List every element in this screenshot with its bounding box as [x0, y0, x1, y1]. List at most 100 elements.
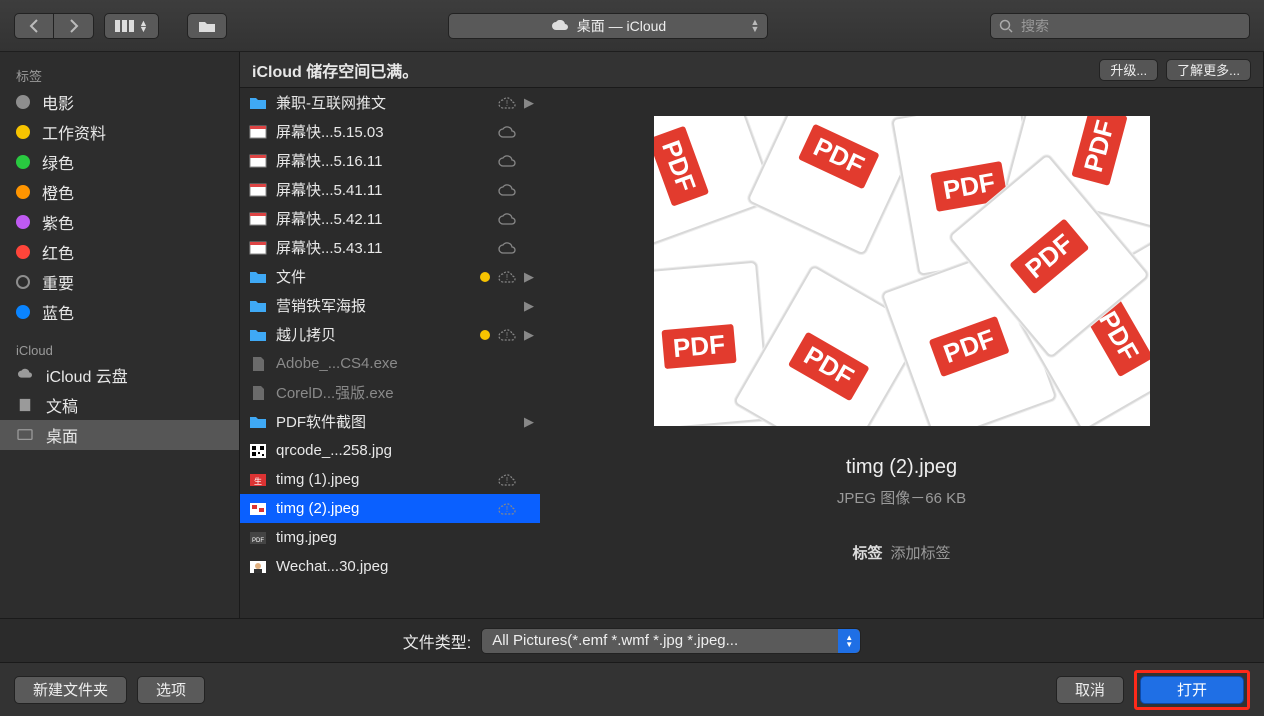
location-popup[interactable]: 桌面 — iCloud ▲▼ [448, 13, 768, 39]
file-name: 屏幕快...5.16.11 [276, 150, 490, 171]
file-type-bar: 文件类型: All Pictures(*.emf *.wmf *.jpg *.j… [0, 618, 1264, 662]
sidebar-tag-7[interactable]: 蓝色 [0, 297, 239, 327]
tag-badge-icon [480, 272, 490, 282]
cloud-icon [16, 368, 34, 382]
disclosure-arrow-icon: ▶ [524, 327, 534, 343]
svg-text:PDF: PDF [252, 538, 264, 544]
cloud-status-icon [498, 241, 516, 255]
svg-text:生: 生 [254, 476, 262, 486]
svg-text:!: ! [506, 505, 508, 514]
file-icon [248, 239, 268, 257]
file-name: 文件 [276, 266, 472, 287]
learn-more-button[interactable]: 了解更多... [1166, 59, 1251, 81]
search-input[interactable] [1019, 17, 1241, 35]
file-row[interactable]: CorelD...强版.exe [240, 378, 540, 407]
sidebar-tag-4[interactable]: 紫色 [0, 207, 239, 237]
sidebar-item-doc[interactable]: 文稿 [0, 390, 239, 420]
folder-plus-icon [198, 19, 216, 33]
file-row[interactable]: Adobe_...CS4.exe [240, 349, 540, 378]
options-button[interactable]: 选项 [137, 676, 205, 704]
open-button-highlight: 打开 [1134, 670, 1250, 710]
preview-filename: timg (2).jpeg [846, 456, 957, 479]
tag-dot-icon [16, 275, 30, 289]
file-icon [248, 94, 268, 112]
file-name: timg.jpeg [276, 529, 490, 546]
sidebar-tag-label: 重要 [42, 270, 74, 294]
file-icon [248, 181, 268, 199]
sidebar-tag-2[interactable]: 绿色 [0, 147, 239, 177]
sidebar-tag-0[interactable]: 电影 [0, 87, 239, 117]
new-folder-button[interactable]: 新建文件夹 [14, 676, 127, 704]
file-row[interactable]: Wechat...30.jpeg [240, 552, 540, 581]
browser: iCloud 储存空间已满。 升级... 了解更多... 兼职-互联网推文!▶屏… [240, 52, 1264, 618]
file-name: PDF软件截图 [276, 411, 490, 432]
chevron-updown-icon: ▲▼ [838, 629, 860, 653]
file-icon [248, 355, 268, 373]
file-row[interactable]: PDF timg.jpeg [240, 523, 540, 552]
file-row[interactable]: 越儿拷贝!▶ [240, 320, 540, 349]
file-row[interactable]: PDF软件截图▶ [240, 407, 540, 436]
file-row[interactable]: timg (2).jpeg! [240, 494, 540, 523]
sidebar-tag-label: 红色 [42, 240, 74, 264]
svg-text:!: ! [506, 99, 508, 108]
tag-dot-icon [16, 305, 30, 319]
file-row[interactable]: 文件!▶ [240, 262, 540, 291]
file-row[interactable]: 屏幕快...5.15.03 [240, 117, 540, 146]
footer: 新建文件夹 选项 取消 打开 [0, 662, 1264, 716]
file-row[interactable]: 屏幕快...5.42.11 [240, 204, 540, 233]
file-row[interactable]: 屏幕快...5.41.11 [240, 175, 540, 204]
upgrade-button[interactable]: 升级... [1099, 59, 1158, 81]
cloud-status-icon [498, 212, 516, 226]
file-row[interactable]: 屏幕快...5.16.11 [240, 146, 540, 175]
file-column[interactable]: 兼职-互联网推文!▶屏幕快...5.15.03屏幕快...5.16.11屏幕快.… [240, 88, 540, 618]
file-row[interactable]: qrcode_...258.jpg [240, 436, 540, 465]
group-button[interactable] [187, 13, 227, 39]
file-name: 营销铁军海报 [276, 295, 490, 316]
chevron-updown-icon: ▲▼ [751, 19, 760, 33]
file-name: CorelD...强版.exe [276, 382, 490, 403]
file-icon [248, 413, 268, 431]
sidebar-tag-3[interactable]: 橙色 [0, 177, 239, 207]
back-button[interactable] [14, 13, 54, 39]
cancel-button[interactable]: 取消 [1056, 676, 1124, 704]
sidebar[interactable]: 标签 电影工作资料绿色橙色紫色红色重要蓝色 iCloud iCloud 云盘文稿… [0, 52, 240, 618]
sidebar-item-cloud[interactable]: iCloud 云盘 [0, 360, 239, 390]
preview-pane: PDF PDF PDF PDF PDF PDF PDF PDF PDF timg… [540, 88, 1263, 618]
file-type-label: 文件类型: [403, 629, 471, 653]
file-row[interactable]: 兼职-互联网推文!▶ [240, 88, 540, 117]
main-area: 标签 电影工作资料绿色橙色紫色红色重要蓝色 iCloud iCloud 云盘文稿… [0, 52, 1264, 618]
sidebar-tag-6[interactable]: 重要 [0, 267, 239, 297]
file-type-value: All Pictures(*.emf *.wmf *.jpg *.jpeg... [492, 632, 738, 649]
file-row[interactable]: 生timg (1).jpeg! [240, 465, 540, 494]
sidebar-tag-5[interactable]: 红色 [0, 237, 239, 267]
file-icon: 生 [248, 471, 268, 489]
forward-button[interactable] [54, 13, 94, 39]
open-button[interactable]: 打开 [1140, 676, 1244, 704]
file-name: qrcode_...258.jpg [276, 442, 490, 459]
search-field[interactable] [990, 13, 1250, 39]
file-row[interactable]: 营销铁军海报▶ [240, 291, 540, 320]
file-name: timg (1).jpeg [276, 471, 490, 488]
file-icon [248, 384, 268, 402]
tag-dot-icon [16, 95, 30, 109]
search-icon [999, 19, 1013, 33]
file-icon: PDF [248, 529, 268, 547]
chevron-updown-icon: ▲▼ [139, 20, 148, 32]
view-mode-button[interactable]: ▲▼ [104, 13, 159, 39]
file-icon [248, 500, 268, 518]
sidebar-tag-label: 蓝色 [42, 300, 74, 324]
chevron-right-icon [69, 19, 79, 33]
svg-text:!: ! [506, 273, 508, 282]
sidebar-item-desktop[interactable]: 桌面 [0, 420, 239, 450]
file-icon [248, 123, 268, 141]
preview-tags[interactable]: 标签添加标签 [852, 542, 950, 563]
sidebar-tag-1[interactable]: 工作资料 [0, 117, 239, 147]
sidebar-tag-label: 紫色 [42, 210, 74, 234]
columns: 兼职-互联网推文!▶屏幕快...5.15.03屏幕快...5.16.11屏幕快.… [240, 88, 1263, 618]
file-type-select[interactable]: All Pictures(*.emf *.wmf *.jpg *.jpeg...… [481, 628, 861, 654]
file-name: 兼职-互联网推文 [276, 92, 490, 113]
file-icon [248, 442, 268, 460]
file-name: 屏幕快...5.41.11 [276, 179, 490, 200]
tag-dot-icon [16, 245, 30, 259]
file-row[interactable]: 屏幕快...5.43.11 [240, 233, 540, 262]
